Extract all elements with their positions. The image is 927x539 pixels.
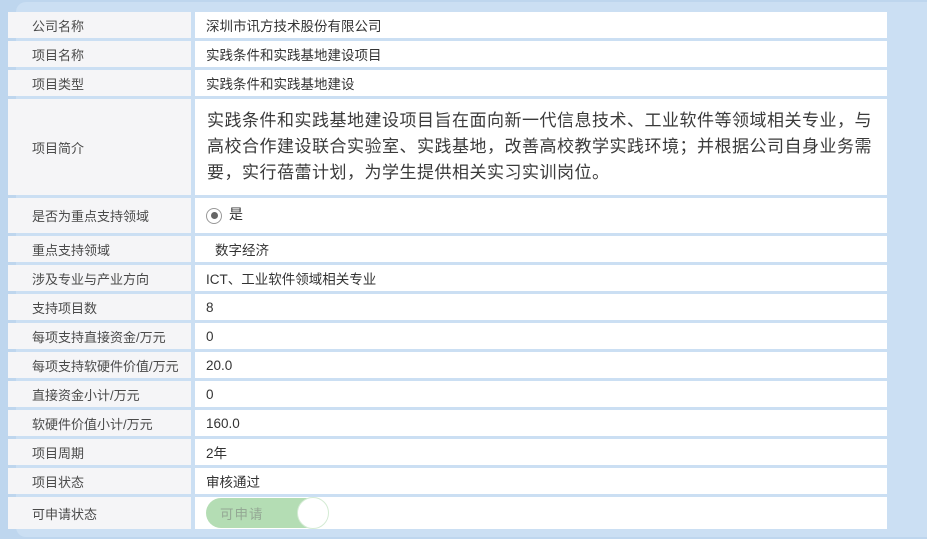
field-label: 支持项目数 [8,294,191,320]
radio-dot-icon [211,212,218,219]
radio-label: 是 [229,204,243,224]
row-apply-status: 可申请状态 可申请 [8,497,887,529]
field-value: 可申请 [195,497,887,529]
row-direct-fund-subtotal: 直接资金小计/万元 0 [8,381,887,407]
field-label: 公司名称 [8,12,191,38]
field-value: 实践条件和实践基地建设 [195,70,887,96]
radio-yes-selected[interactable] [206,208,222,224]
field-label: 项目名称 [8,41,191,67]
row-hw-sw-value-subtotal: 软硬件价值小计/万元 160.0 [8,410,887,436]
toggle-label: 可申请 [220,503,264,523]
field-value: 160.0 [195,410,887,436]
row-key-support-area: 重点支持领域 数字经济 [8,236,887,262]
row-hw-sw-value-per-project: 每项支持软硬件价值/万元 20.0 [8,352,887,378]
field-value: 实践条件和实践基地建设项目 [195,41,887,67]
field-value: 8 [195,294,887,320]
project-detail-form: 公司名称 深圳市讯方技术股份有限公司 项目名称 实践条件和实践基地建设项目 项目… [8,12,887,529]
field-label: 直接资金小计/万元 [8,381,191,407]
field-label: 可申请状态 [8,497,191,529]
field-value: 数字经济 [195,236,887,262]
row-supported-project-count: 支持项目数 8 [8,294,887,320]
field-value: ICT、工业软件领域相关专业 [195,265,887,291]
row-project-status: 项目状态 审核通过 [8,468,887,494]
row-project-duration: 项目周期 2年 [8,439,887,465]
row-direct-fund-per-project: 每项支持直接资金/万元 0 [8,323,887,349]
field-label: 项目简介 [8,99,191,195]
row-key-support-flag: 是否为重点支持领域 是 [8,198,887,233]
row-company-name: 公司名称 深圳市讯方技术股份有限公司 [8,12,887,38]
field-value: 是 [195,198,887,233]
field-value: 0 [195,381,887,407]
field-label: 每项支持软硬件价值/万元 [8,352,191,378]
field-label: 每项支持直接资金/万元 [8,323,191,349]
field-value: 实践条件和实践基地建设项目旨在面向新一代信息技术、工业软件等领域相关专业，与高校… [195,99,887,195]
field-label: 项目周期 [8,439,191,465]
field-label: 重点支持领域 [8,236,191,262]
field-value: 20.0 [195,352,887,378]
toggle-knob[interactable] [297,497,329,529]
field-value: 审核通过 [195,468,887,494]
apply-status-toggle[interactable]: 可申请 [206,498,328,528]
field-value: 深圳市讯方技术股份有限公司 [195,12,887,38]
row-project-description: 项目简介 实践条件和实践基地建设项目旨在面向新一代信息技术、工业软件等领域相关专… [8,99,887,195]
field-label: 项目状态 [8,468,191,494]
row-related-majors: 涉及专业与产业方向 ICT、工业软件领域相关专业 [8,265,887,291]
field-label: 涉及专业与产业方向 [8,265,191,291]
field-value: 0 [195,323,887,349]
field-label: 软硬件价值小计/万元 [8,410,191,436]
row-project-name: 项目名称 实践条件和实践基地建设项目 [8,41,887,67]
project-description-text: 实践条件和实践基地建设项目旨在面向新一代信息技术、工业软件等领域相关专业，与高校… [206,104,887,190]
radio-group: 是 [206,206,243,226]
field-value: 2年 [195,439,887,465]
row-project-type: 项目类型 实践条件和实践基地建设 [8,70,887,96]
field-label: 是否为重点支持领域 [8,198,191,233]
field-label: 项目类型 [8,70,191,96]
